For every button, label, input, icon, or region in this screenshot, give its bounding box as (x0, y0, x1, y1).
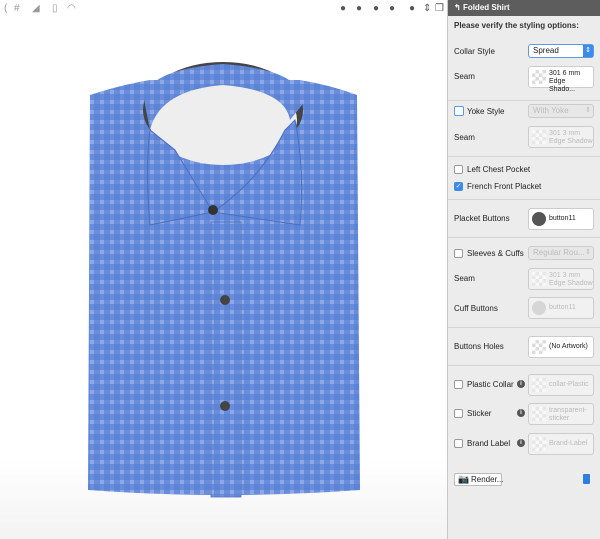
button-thumbnail (532, 301, 546, 315)
button-holes-value: (No Artwork) (549, 343, 588, 350)
brand-label-value: Brand-Label (549, 440, 588, 447)
artwork-thumbnail (532, 340, 546, 354)
3d-viewport[interactable]: ( # ◢ ▯ ◠ ● ● ● ● ● ⇕ ❐ (0, 0, 447, 539)
divider (448, 365, 600, 366)
camera-icon: 📷 (458, 474, 470, 484)
yoke-style-checkbox[interactable] (454, 106, 464, 116)
seam-swatch[interactable]: 301 6 mm Edge Shado... (528, 66, 594, 93)
yoke-seam-swatch[interactable]: 301 3 mm Edge Shadow (528, 126, 594, 148)
plastic-collar-swatch[interactable]: collar-Plastic (528, 374, 594, 396)
button-holes-swatch[interactable]: (No Artwork) (528, 336, 594, 358)
yoke-style-label: Yoke Style (467, 107, 505, 116)
seam-line2: Edge Shadow (549, 280, 593, 287)
sticker-checkbox[interactable] (454, 409, 463, 418)
seam-thumbnail (532, 130, 546, 144)
sticker-line1: transparent- (549, 407, 587, 414)
sleeves-cuffs-value: Regular Rou... (533, 248, 585, 257)
seam-line1: 301 3 mm (549, 130, 581, 137)
collar-style-label: Collar Style (454, 47, 495, 56)
button-thumbnail (532, 212, 546, 226)
plastic-collar-value: collar-Plastic (549, 381, 589, 388)
brand-label-swatch[interactable]: Brand-Label (528, 433, 594, 455)
hint-text: Please verify the styling options: (454, 21, 579, 30)
info-icon[interactable]: i (517, 409, 525, 417)
chevron-updown-icon: ⇕ (583, 45, 593, 57)
collar-style-value: Spread (533, 46, 559, 55)
seam-line2: Edge Shadow (549, 138, 593, 145)
yoke-style-select[interactable]: With Yoke ⇕ (528, 104, 594, 118)
panel-header[interactable]: ↰ Folded Shirt (448, 0, 600, 16)
sleeves-cuffs-label: Sleeves & Cuffs (467, 249, 524, 258)
plastic-collar-checkbox[interactable] (454, 380, 463, 389)
sleeves-cuffs-checkbox[interactable] (454, 249, 463, 258)
divider (448, 156, 600, 157)
seam-line2: Edge Shado... (549, 78, 576, 93)
brand-label-checkbox[interactable] (454, 439, 463, 448)
trash-list-icon[interactable] (583, 474, 590, 484)
artwork-thumbnail (532, 437, 546, 451)
chevron-updown-icon: ⇕ (585, 107, 591, 114)
seam-line1: 301 6 mm (549, 70, 581, 77)
styling-panel: ↰ Folded Shirt Please verify the styling… (447, 0, 600, 539)
seam-thumbnail (532, 70, 546, 84)
divider (448, 327, 600, 328)
info-icon[interactable]: i (517, 380, 525, 388)
placket-buttons-value: button11 (549, 215, 576, 222)
brand-label-label: Brand Label (467, 439, 511, 448)
panel-title: Folded Shirt (462, 3, 510, 12)
render-button[interactable]: 📷 Render... (454, 473, 504, 486)
divider (448, 237, 600, 238)
placket-buttons-label: Placket Buttons (454, 214, 510, 223)
collar-style-select[interactable]: Spread ⇕ (528, 44, 594, 58)
cuff-buttons-swatch[interactable]: button11 (528, 297, 594, 319)
divider (448, 100, 600, 101)
chevron-updown-icon: ⇕ (585, 249, 591, 256)
plastic-collar-label: Plastic Collar (467, 380, 514, 389)
artwork-thumbnail (532, 378, 546, 392)
yoke-style-value: With Yoke (533, 106, 569, 115)
seam-line1: 301 3 mm (549, 272, 581, 279)
french-front-placket-checkbox[interactable]: ✓ (454, 182, 463, 191)
sleeves-cuffs-select[interactable]: Regular Rou... ⇕ (528, 246, 594, 260)
left-chest-pocket-label: Left Chest Pocket (467, 165, 531, 174)
placket-buttons-swatch[interactable]: button11 (528, 208, 594, 230)
left-chest-pocket-checkbox[interactable] (454, 165, 463, 174)
cuff-buttons-label: Cuff Buttons (454, 304, 498, 313)
seam-label: Seam (454, 72, 475, 81)
sleeve-seam-swatch[interactable]: 301 3 mm Edge Shadow (528, 268, 594, 290)
sticker-label: Sticker (467, 409, 492, 418)
button-holes-label: Buttons Holes (454, 342, 504, 351)
shirt-model (88, 62, 360, 498)
cuff-buttons-value: button11 (549, 304, 576, 311)
sticker-line2: sticker (549, 415, 570, 422)
seam-thumbnail (532, 272, 546, 286)
render-label: Render... (471, 475, 504, 484)
seam-label: Seam (454, 133, 475, 142)
info-icon[interactable]: i (517, 439, 525, 447)
artwork-thumbnail (532, 407, 546, 421)
sticker-swatch[interactable]: transparent-sticker (528, 403, 594, 425)
divider (448, 199, 600, 200)
back-icon[interactable]: ↰ (454, 3, 463, 12)
french-front-placket-label: French Front Placket (467, 182, 542, 191)
seam-label: Seam (454, 274, 475, 283)
